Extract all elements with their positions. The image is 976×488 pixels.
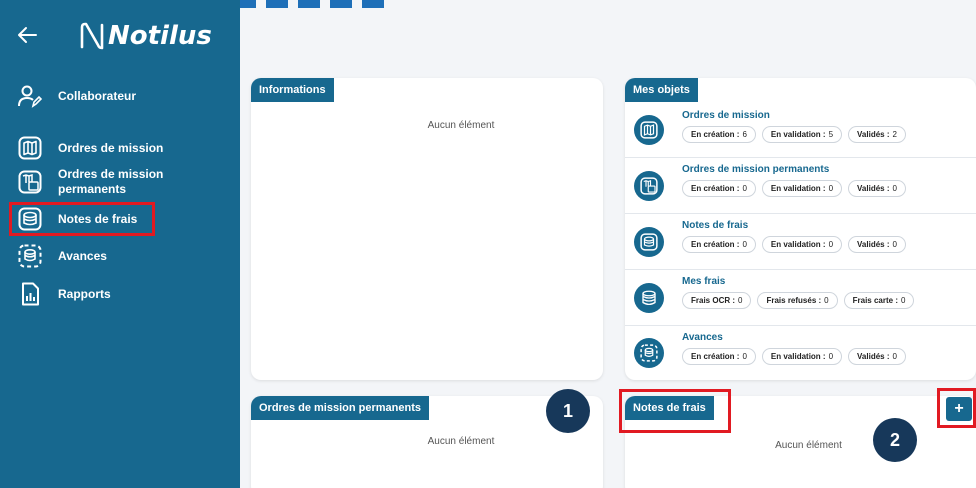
- status-pill[interactable]: Validés :2: [848, 126, 906, 143]
- empty-message: Aucun élément: [775, 440, 842, 451]
- pill-value: 0: [742, 240, 747, 249]
- back-button[interactable]: [14, 22, 40, 48]
- list-item-ordres-de-mission[interactable]: Ordres de mission En création :6 En vali…: [625, 104, 976, 158]
- arrow-left-icon: [18, 27, 37, 43]
- pill-value: 0: [900, 296, 906, 305]
- map-calendar-icon: [634, 171, 664, 201]
- coins-icon: [634, 227, 664, 257]
- pill-label: Frais carte :: [852, 296, 898, 305]
- status-pill[interactable]: Validés :0: [848, 348, 906, 365]
- row-title: Avances: [682, 332, 723, 343]
- empty-message: Aucun élément: [427, 120, 495, 131]
- highlight-add-button: [937, 388, 976, 428]
- status-pill[interactable]: En validation :5: [761, 126, 843, 143]
- status-pill[interactable]: Frais OCR :0: [682, 292, 752, 309]
- informations-card: Informations Aucun élément: [251, 78, 603, 380]
- sidebar-item-label: Rapports: [58, 286, 111, 301]
- map-icon: [18, 136, 42, 160]
- coins-dashed-icon: [18, 244, 42, 268]
- pill-value: 0: [892, 184, 897, 193]
- sidebar-item-label: Collaborateur: [58, 88, 137, 103]
- pill-label: Validés :: [857, 130, 890, 139]
- mes-objets-card: Mes objets Ordres de mission En création…: [625, 78, 976, 380]
- callout-2: 2: [873, 418, 917, 462]
- list-item-ordres-permanents[interactable]: Ordres de mission permanents En création…: [625, 158, 976, 214]
- pill-value: 0: [828, 352, 834, 361]
- list-item-avances[interactable]: Avances En création :0 En validation :0 …: [625, 326, 976, 380]
- notilus-logo: Notilus: [78, 18, 212, 54]
- status-pill[interactable]: Frais carte :0: [843, 292, 915, 309]
- map-calendar-icon: [18, 170, 42, 194]
- sidebar-item-avances[interactable]: Avances: [18, 244, 107, 268]
- pill-value: 0: [828, 184, 834, 193]
- status-pill[interactable]: Frais refusés :0: [757, 292, 838, 309]
- status-pill[interactable]: En validation :0: [761, 348, 843, 365]
- pill-label: Frais OCR :: [691, 296, 736, 305]
- sidebar: Notilus Collaborateur Ordres de mission …: [0, 0, 240, 488]
- pill-value: 5: [828, 130, 834, 139]
- callout-1: 1: [546, 389, 590, 433]
- pill-value: 6: [742, 130, 747, 139]
- sidebar-item-ordres-permanents[interactable]: Ordres de mission permanents: [18, 167, 163, 197]
- report-chart-icon: [22, 282, 39, 306]
- user-edit-icon: [18, 85, 42, 108]
- pill-value: 0: [828, 240, 834, 249]
- row-title: Ordres de mission permanents: [682, 164, 830, 175]
- pill-label: En validation :: [770, 240, 826, 249]
- status-pill[interactable]: En création :0: [682, 348, 756, 365]
- pill-label: En création :: [691, 240, 740, 249]
- status-pill[interactable]: En création :0: [682, 180, 756, 197]
- pill-label: En validation :: [770, 184, 826, 193]
- status-pill[interactable]: En création :6: [682, 126, 756, 143]
- pill-label: Validés :: [857, 352, 890, 361]
- mes-objets-list: Ordres de mission En création :6 En vali…: [625, 104, 976, 380]
- pill-value: 0: [742, 352, 747, 361]
- pill-label: En création :: [691, 352, 740, 361]
- sidebar-item-label: Ordres de mission: [58, 140, 164, 155]
- pill-value: 0: [892, 352, 897, 361]
- status-pill[interactable]: En création :0: [682, 236, 756, 253]
- card-title: Ordres de mission permanents: [251, 396, 429, 420]
- row-title: Notes de frais: [682, 220, 749, 231]
- status-pill[interactable]: Validés :0: [848, 180, 906, 197]
- pill-value: 0: [742, 184, 747, 193]
- sidebar-item-label: Avances: [58, 248, 107, 263]
- pill-value: 2: [892, 130, 897, 139]
- coins-stack-icon: [634, 283, 664, 313]
- card-title: Informations: [251, 78, 334, 102]
- row-title: Ordres de mission: [682, 110, 770, 121]
- pill-label: En création :: [691, 184, 740, 193]
- notilus-logo-mark: [80, 22, 104, 50]
- sidebar-item-ordres-de-mission[interactable]: Ordres de mission: [18, 136, 163, 160]
- list-item-mes-frais[interactable]: Mes frais Frais OCR :0 Frais refusés :0 …: [625, 270, 976, 326]
- sidebar-item-rapports[interactable]: Rapports: [18, 282, 111, 306]
- pill-value: 0: [892, 240, 897, 249]
- pill-label: Validés :: [857, 184, 890, 193]
- sidebar-item-label: Ordres de mission permanents: [58, 167, 164, 196]
- highlight-notes-de-frais-tab: [619, 389, 731, 433]
- empty-message: Aucun élément: [427, 436, 495, 447]
- status-pill[interactable]: En validation :0: [761, 236, 843, 253]
- pill-value: 0: [824, 296, 829, 305]
- row-title: Mes frais: [682, 276, 726, 287]
- status-pill[interactable]: En validation :0: [761, 180, 843, 197]
- pill-value: 0: [738, 296, 743, 305]
- logo-text: Notilus: [108, 21, 212, 51]
- pill-label: Validés :: [857, 240, 890, 249]
- status-pill[interactable]: Validés :0: [848, 236, 906, 253]
- list-item-notes-de-frais[interactable]: Notes de frais En création :0 En validat…: [625, 214, 976, 270]
- pill-label: En validation :: [770, 352, 826, 361]
- coins-dashed-icon: [634, 338, 664, 368]
- pill-label: Frais refusés :: [766, 296, 822, 305]
- sidebar-item-collaborateur[interactable]: Collaborateur: [18, 84, 136, 108]
- highlight-notes-de-frais: [9, 202, 155, 236]
- pill-label: En validation :: [770, 130, 826, 139]
- pill-label: En création :: [691, 130, 740, 139]
- card-title: Mes objets: [625, 78, 698, 102]
- map-icon: [634, 115, 664, 145]
